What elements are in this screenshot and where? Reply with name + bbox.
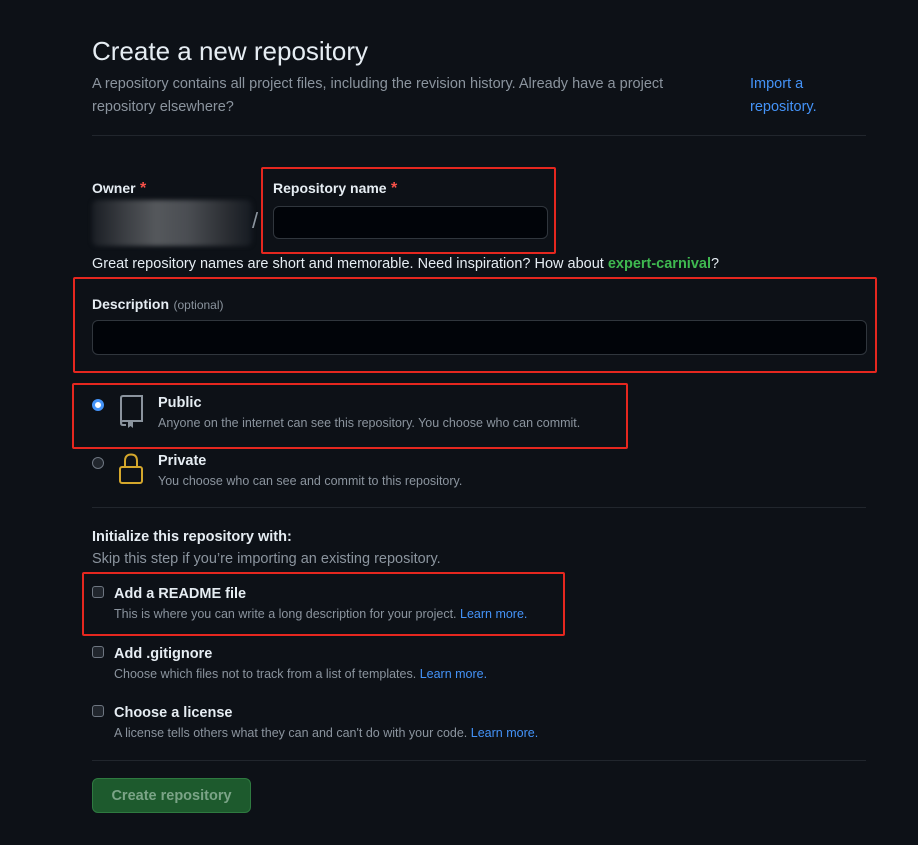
readme-checkbox[interactable] xyxy=(92,586,104,598)
readme-learn-more-link[interactable]: Learn more. xyxy=(460,607,527,621)
divider xyxy=(92,507,866,508)
repository-name-label: Repository name * xyxy=(273,180,398,197)
page-subtitle: A repository contains all project files,… xyxy=(92,76,664,115)
readme-description: This is where you can write a long descr… xyxy=(114,607,528,621)
divider xyxy=(92,135,866,136)
initialize-title: Initialize this repository with: xyxy=(92,529,292,545)
initialize-subtitle: Skip this step if you’re importing an ex… xyxy=(92,551,441,567)
private-radio[interactable] xyxy=(92,457,104,469)
private-title: Private xyxy=(158,453,207,469)
public-radio[interactable] xyxy=(92,399,104,411)
highlight-box-readme xyxy=(82,572,565,636)
import-repository-link[interactable]: Import a repository. xyxy=(750,73,840,119)
license-description: A license tells others what they can and… xyxy=(114,726,539,740)
private-description: You choose who can see and commit to thi… xyxy=(158,474,463,488)
repository-name-input[interactable] xyxy=(273,206,548,239)
gitignore-description: Choose which files not to track from a l… xyxy=(114,667,488,681)
owner-label: Owner * xyxy=(92,180,147,197)
owner-select[interactable] xyxy=(92,200,252,246)
license-checkbox[interactable] xyxy=(92,705,104,717)
description-input[interactable] xyxy=(92,320,867,355)
repo-book-icon xyxy=(120,395,143,428)
page-title: Create a new repository xyxy=(92,36,369,66)
description-label: Description (optional) xyxy=(92,296,224,312)
gitignore-learn-more-link[interactable]: Learn more. xyxy=(420,667,487,681)
gitignore-checkbox[interactable] xyxy=(92,646,104,658)
name-hint: Great repository names are short and mem… xyxy=(92,256,720,272)
license-learn-more-link[interactable]: Learn more. xyxy=(471,726,538,740)
gitignore-title: Add .gitignore xyxy=(114,646,213,662)
public-title: Public xyxy=(158,395,202,411)
name-suggestion-link[interactable]: expert-carnival xyxy=(608,256,711,272)
optional-tag: (optional) xyxy=(173,298,224,312)
public-description: Anyone on the internet can see this repo… xyxy=(158,416,581,430)
lock-icon xyxy=(119,453,143,484)
divider xyxy=(92,760,866,761)
owner-repo-separator: / xyxy=(252,208,259,233)
create-repository-button[interactable]: Create repository xyxy=(92,778,251,813)
license-title: Choose a license xyxy=(114,705,233,721)
readme-title: Add a README file xyxy=(114,586,247,602)
